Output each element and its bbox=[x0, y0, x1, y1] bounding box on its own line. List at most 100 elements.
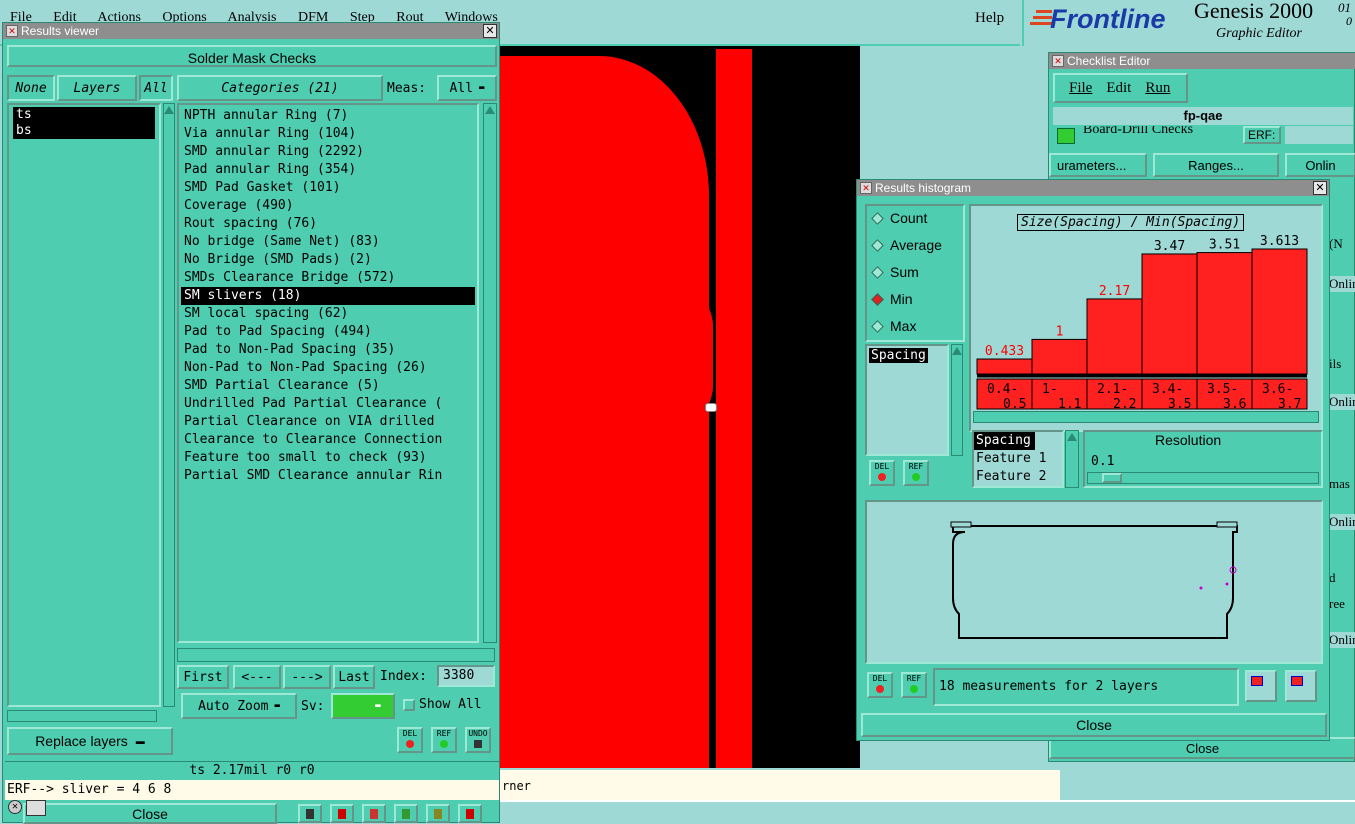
checklist-params-button[interactable]: urameters... bbox=[1049, 153, 1147, 177]
checklist-menu-file[interactable]: File bbox=[1069, 80, 1092, 97]
preview-ref-button[interactable]: REF bbox=[901, 672, 927, 698]
category-item[interactable]: NPTH annular Ring (7) bbox=[181, 107, 475, 125]
layers-button[interactable]: Layers bbox=[57, 75, 137, 101]
category-item[interactable]: SMDs Clearance Bridge (572) bbox=[181, 269, 475, 287]
attribute-item[interactable]: Feature 2 bbox=[974, 468, 1062, 486]
attribute-item[interactable]: Spacing bbox=[974, 432, 1035, 450]
category-item[interactable]: Coverage (490) bbox=[181, 197, 475, 215]
tool-3-icon[interactable] bbox=[362, 804, 386, 823]
window-menu-icon[interactable]: ✕ bbox=[6, 25, 18, 37]
measure-list-item[interactable]: Spacing bbox=[869, 348, 928, 363]
close-icon[interactable]: ✕ bbox=[1313, 181, 1327, 195]
category-item[interactable]: Feature too small to check (93) bbox=[181, 449, 475, 467]
attribute-item[interactable]: Feature 1 bbox=[974, 450, 1062, 468]
layer-item[interactable]: ts bbox=[13, 107, 155, 123]
last-button[interactable]: Last bbox=[333, 665, 375, 689]
layers-none-button[interactable]: None bbox=[7, 75, 55, 101]
index-input[interactable]: 3380 bbox=[437, 665, 495, 687]
sliver-marker[interactable] bbox=[705, 403, 717, 412]
resolution-slider[interactable] bbox=[1087, 472, 1319, 484]
sv-color-dropdown[interactable]: ▬ bbox=[331, 693, 395, 719]
category-item[interactable]: No Bridge (SMD Pads) (2) bbox=[181, 251, 475, 269]
mode-radio-sum[interactable]: Sum bbox=[871, 264, 919, 280]
category-item[interactable]: No bridge (Same Net) (83) bbox=[181, 233, 475, 251]
scroll-up-icon[interactable] bbox=[485, 106, 495, 114]
attribute-list[interactable]: Spacing Feature 1 Feature 2 bbox=[972, 430, 1064, 488]
chart-tool-icon[interactable] bbox=[458, 804, 482, 823]
category-item[interactable]: Pad to Non-Pad Spacing (35) bbox=[181, 341, 475, 359]
category-item[interactable]: Partial SMD Clearance annular Rin bbox=[181, 467, 475, 485]
categories-list[interactable]: NPTH annular Ring (7) Via annular Ring (1… bbox=[177, 103, 479, 643]
viewer-ref-button[interactable]: REF bbox=[431, 727, 457, 753]
meas-dropdown[interactable]: All ▬ bbox=[437, 75, 497, 101]
tool-5-icon[interactable] bbox=[426, 804, 450, 823]
layers-scrollbar[interactable] bbox=[163, 103, 175, 707]
category-item[interactable]: SMD Pad Gasket (101) bbox=[181, 179, 475, 197]
show-all-checkbox[interactable] bbox=[403, 699, 415, 711]
layer-item[interactable]: bs bbox=[13, 123, 155, 139]
category-item[interactable]: SM slivers (18) bbox=[181, 287, 475, 305]
viewer-del-button[interactable]: DEL bbox=[397, 727, 423, 753]
histogram-bar[interactable] bbox=[1196, 252, 1253, 375]
category-item[interactable]: Clearance to Clearance Connection bbox=[181, 431, 475, 449]
viewer-close-button[interactable]: Close bbox=[23, 803, 277, 824]
mode-radio-max[interactable]: Max bbox=[871, 318, 916, 334]
tool-4-icon[interactable] bbox=[394, 804, 418, 823]
tool-2-icon[interactable] bbox=[330, 804, 354, 823]
layers-hscrollbar[interactable] bbox=[7, 710, 157, 722]
categories-hscrollbar[interactable] bbox=[177, 648, 495, 662]
scroll-up-icon[interactable] bbox=[952, 347, 962, 355]
taskbar-window-list-icon[interactable] bbox=[26, 800, 46, 816]
category-item[interactable]: Non-Pad to Non-Pad Spacing (26) bbox=[181, 359, 475, 377]
histogram-bar[interactable] bbox=[1251, 248, 1308, 375]
measure-list-scrollbar[interactable] bbox=[951, 344, 963, 456]
next-button[interactable]: ---> bbox=[283, 665, 331, 689]
category-item[interactable]: SMD annular Ring (2292) bbox=[181, 143, 475, 161]
first-button[interactable]: First bbox=[177, 665, 229, 689]
checklist-menu-run[interactable]: Run bbox=[1145, 80, 1170, 97]
attribute-list-scrollbar[interactable] bbox=[1065, 430, 1079, 488]
checklist-online-button[interactable]: Onlin bbox=[1285, 153, 1355, 177]
taskbar-close-icon[interactable]: ✕ bbox=[8, 800, 22, 814]
histogram-graph-icon[interactable] bbox=[1285, 670, 1317, 702]
categories-scrollbar[interactable] bbox=[483, 103, 497, 643]
prev-button[interactable]: <--- bbox=[233, 665, 281, 689]
histogram-bar[interactable] bbox=[1031, 338, 1088, 375]
category-item[interactable]: Via annular Ring (104) bbox=[181, 125, 475, 143]
window-menu-icon[interactable]: ✕ bbox=[1052, 55, 1064, 67]
layers-all-button[interactable]: All bbox=[139, 75, 173, 101]
checklist-menu-edit[interactable]: Edit bbox=[1106, 80, 1131, 97]
category-item[interactable]: Pad annular Ring (354) bbox=[181, 161, 475, 179]
measure-list[interactable]: Spacing bbox=[865, 344, 949, 456]
auto-zoom-dropdown[interactable]: Auto Zoom ▬ bbox=[181, 693, 297, 719]
replace-layers-dropdown[interactable]: Replace layers ▬ bbox=[7, 727, 173, 755]
window-menu-icon[interactable]: ✕ bbox=[860, 182, 872, 194]
viewer-undo-button[interactable]: UNDO bbox=[465, 727, 491, 753]
close-icon[interactable]: ✕ bbox=[483, 24, 497, 38]
category-item[interactable]: Rout spacing (76) bbox=[181, 215, 475, 233]
category-item[interactable]: SMD Partial Clearance (5) bbox=[181, 377, 475, 395]
checklist-row[interactable]: Board-Drill Checks ERF: bbox=[1053, 126, 1353, 148]
chart-hscrollbar[interactable] bbox=[973, 411, 1319, 423]
layers-list[interactable]: ts bs bbox=[7, 103, 161, 707]
scroll-up-icon[interactable] bbox=[1067, 433, 1077, 441]
mode-radio-average[interactable]: Average bbox=[871, 237, 942, 253]
categories-button[interactable]: Categories (21) bbox=[177, 75, 383, 101]
histogram-ref-button[interactable]: REF bbox=[903, 460, 929, 486]
graphic-canvas[interactable] bbox=[500, 46, 860, 768]
category-item[interactable]: Partial Clearance on VIA drilled bbox=[181, 413, 475, 431]
mode-radio-min[interactable]: Min bbox=[871, 291, 913, 307]
category-item[interactable]: Undrilled Pad Partial Clearance ( bbox=[181, 395, 475, 413]
scroll-up-icon[interactable] bbox=[164, 106, 174, 114]
histogram-bar[interactable] bbox=[1141, 253, 1198, 375]
histogram-del-button[interactable]: DEL bbox=[869, 460, 895, 486]
menu-help[interactable]: Help bbox=[975, 10, 1004, 27]
checklist-erf-field[interactable] bbox=[1285, 126, 1353, 144]
tool-1-icon[interactable] bbox=[298, 804, 322, 823]
histogram-bar[interactable] bbox=[976, 358, 1033, 375]
checklist-ranges-button[interactable]: Ranges... bbox=[1153, 153, 1279, 177]
preview-del-button[interactable]: DEL bbox=[867, 672, 893, 698]
histogram-bar[interactable] bbox=[1086, 298, 1143, 375]
category-item[interactable]: SM local spacing (62) bbox=[181, 305, 475, 323]
histogram-export-icon[interactable] bbox=[1245, 670, 1277, 702]
